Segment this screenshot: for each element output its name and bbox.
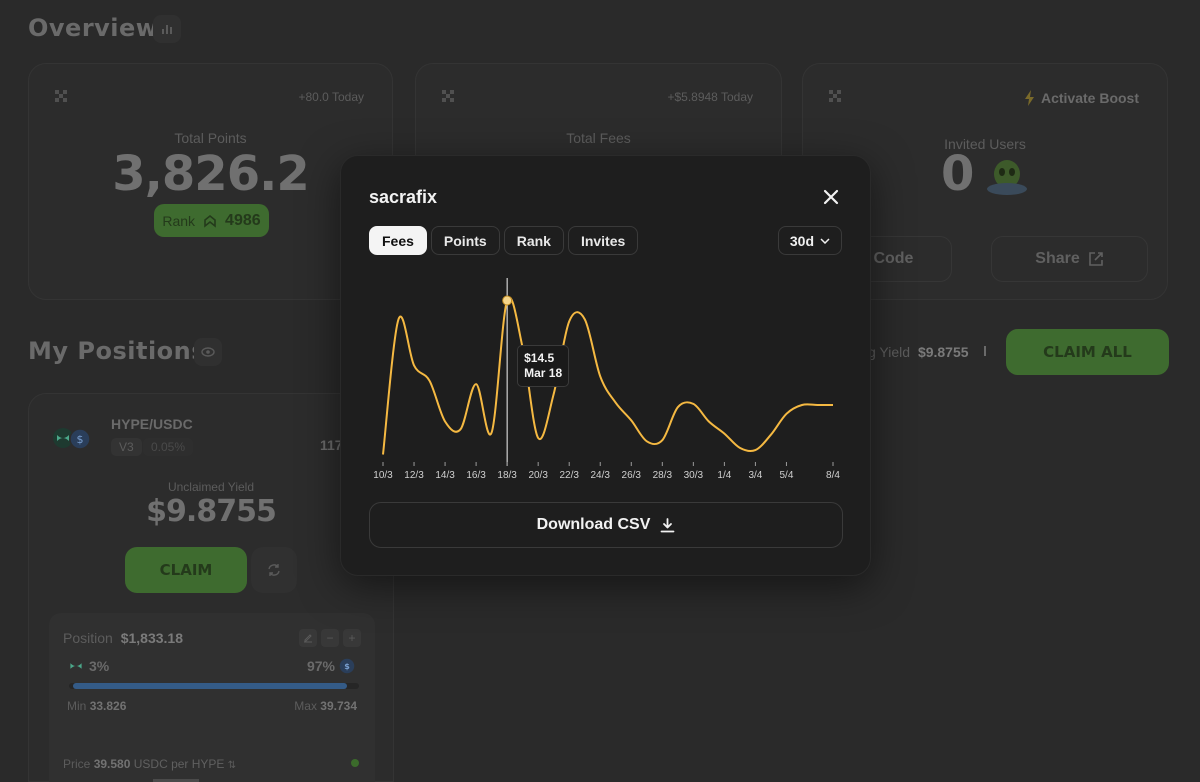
x-tick-label: 8/4: [826, 470, 840, 481]
x-tick-label: 14/3: [435, 470, 455, 481]
x-tick-label: 22/3: [559, 470, 579, 481]
tab-points[interactable]: Points: [430, 226, 500, 255]
metric-tabs: Fees Points Rank Invites: [369, 226, 639, 255]
download-icon: [660, 517, 675, 532]
fees-chart-svg: 10/3 12/3 14/3 16/3 18/3 20/3 22/3 24/3 26/3 28/3…: [373, 278, 840, 481]
chevron-down-icon: [820, 237, 830, 244]
x-tick-label: 10/3: [373, 470, 393, 481]
fees-chart[interactable]: 10/3 12/3 14/3 16/3 18/3 20/3 22/3 24/3 26/3 28/3…: [369, 274, 849, 489]
tab-invites[interactable]: Invites: [567, 226, 639, 255]
x-tick-label: 20/3: [528, 470, 548, 481]
x-tick-label: 28/3: [653, 470, 673, 481]
range-select[interactable]: 30d: [777, 226, 842, 255]
tab-fees[interactable]: Fees: [369, 226, 427, 255]
x-tick-label: 1/4: [717, 470, 731, 481]
x-tick-label: 5/4: [779, 470, 793, 481]
tooltip-value: $14.5: [524, 350, 555, 365]
range-label: 30d: [789, 232, 814, 249]
close-icon[interactable]: [820, 186, 842, 208]
download-csv-button[interactable]: Download CSV: [369, 502, 843, 548]
x-tick-label: 12/3: [404, 470, 424, 481]
fees-series-line: [382, 296, 833, 455]
x-tick-label: 30/3: [684, 470, 704, 481]
highlighted-point: [502, 295, 513, 306]
x-tick-label: 24/3: [591, 470, 611, 481]
x-tick-label: 3/4: [748, 470, 762, 481]
download-csv-label: Download CSV: [536, 516, 651, 533]
tooltip-date: Mar 18: [524, 365, 563, 380]
modal-title: sacrafix: [369, 187, 438, 207]
tab-rank[interactable]: Rank: [503, 226, 564, 255]
x-tick-label: 16/3: [466, 470, 486, 481]
x-tick-label: 18/3: [497, 470, 517, 481]
x-tick-label: 26/3: [622, 470, 642, 481]
stats-modal: sacrafix Fees Points Rank Invites 30d 10…: [340, 155, 871, 576]
chart-tooltip: $14.5 Mar 18: [517, 344, 570, 387]
